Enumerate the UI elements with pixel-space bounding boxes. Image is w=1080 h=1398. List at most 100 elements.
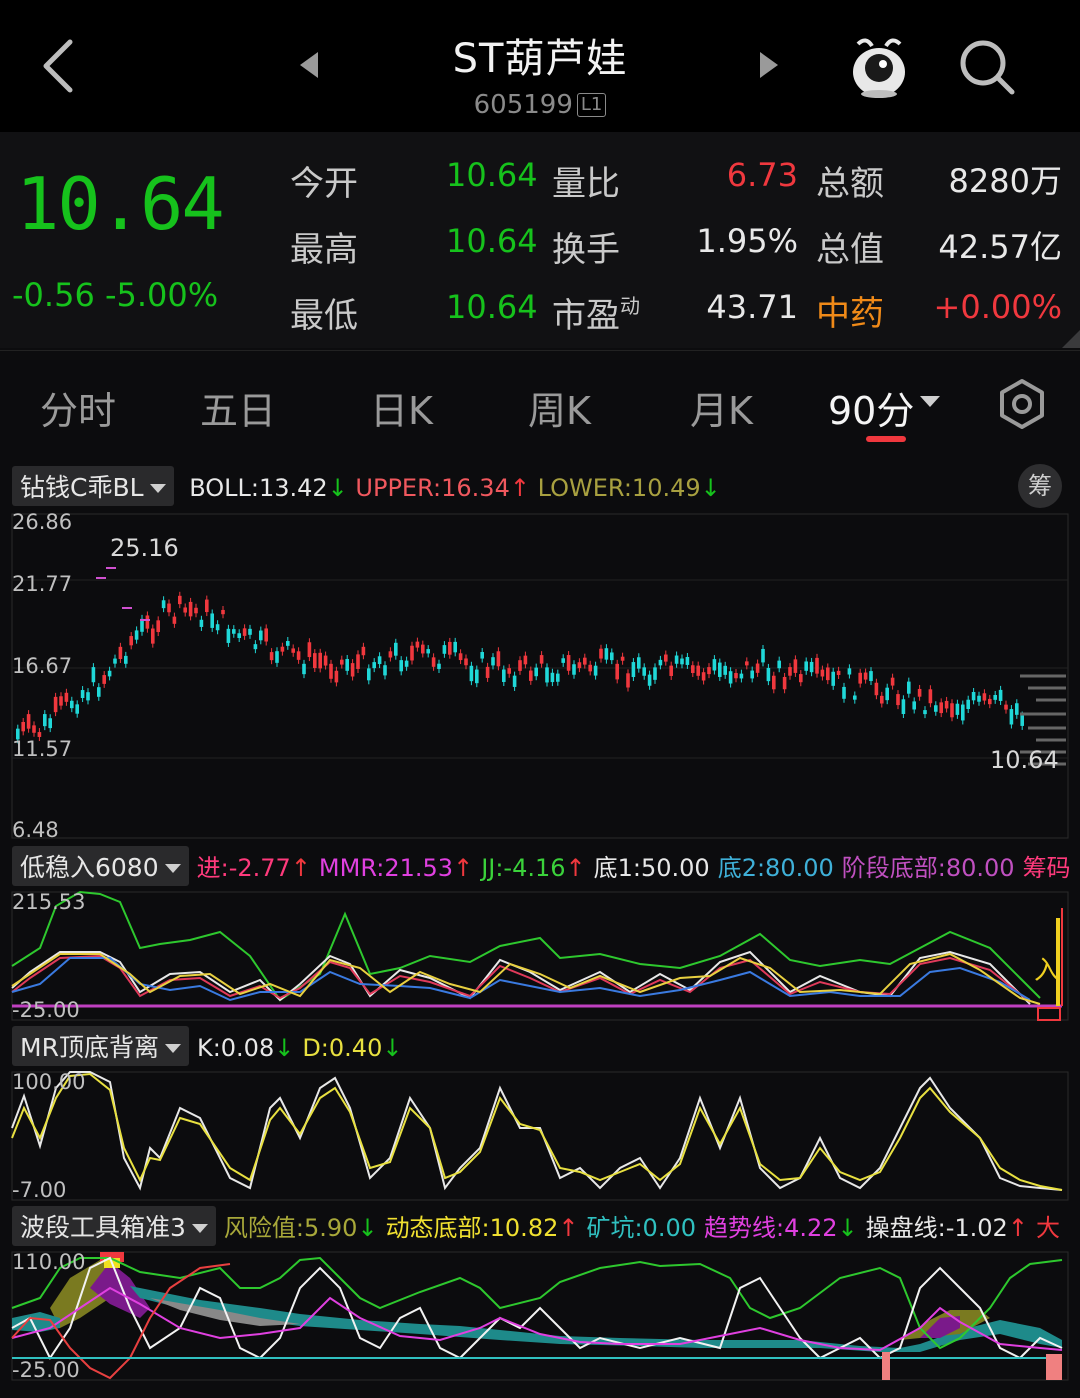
main-indicator-header: 钻钱C乖BL BOLL:13.42↓ UPPER:16.34↑ LOWER:10…	[12, 466, 721, 506]
ind3-name: 波段工具箱准3	[20, 1213, 186, 1242]
candle-body	[626, 673, 630, 688]
high-price-mark: 25.16	[110, 534, 179, 562]
candle-body	[674, 655, 679, 664]
candle-body	[210, 613, 214, 628]
last-price-mark: 10.64	[990, 746, 1059, 774]
ind1-chip: JJ:-4.16↑	[481, 854, 585, 882]
boll-chip: BOLL:13.42↓	[189, 474, 348, 502]
ind2-chart[interactable]	[0, 1068, 1080, 1202]
candle-body	[215, 624, 220, 631]
turnover-rate-value: 1.95%	[696, 222, 798, 260]
tab-five-day[interactable]: 五日	[200, 380, 276, 435]
candle-body	[340, 659, 344, 665]
candle-body	[680, 658, 684, 665]
candle-body	[599, 648, 603, 659]
ind1-chip-text: MMR:21.53	[318, 854, 454, 882]
candle-body	[485, 666, 490, 678]
candle-body	[248, 628, 252, 635]
candle-body	[361, 646, 366, 656]
pe-value: 43.71	[706, 288, 798, 326]
candle-body	[334, 670, 339, 683]
ind3-chart[interactable]	[0, 1248, 1080, 1382]
ind1-chip-text: 阶段底部:80.00	[841, 854, 1015, 882]
candle-body	[831, 671, 835, 686]
candle-body	[820, 669, 825, 677]
candle-body	[512, 675, 517, 687]
candle-body	[804, 661, 808, 671]
candle-body	[993, 695, 997, 700]
ind1-name: 低稳入6080	[20, 853, 159, 882]
candle-body	[912, 701, 916, 710]
candle-body	[583, 657, 587, 665]
ind1-selector[interactable]: 低稳入6080	[12, 846, 189, 886]
candle-body	[415, 641, 420, 648]
ind1-chip-text: 进:-2.77	[196, 854, 291, 882]
tab-intraday[interactable]: 分时	[40, 380, 116, 435]
turnover-amount-value: 8280万	[948, 162, 1062, 200]
candle-body	[286, 641, 290, 646]
candle-body	[950, 703, 954, 718]
candle-body	[448, 641, 452, 655]
active-tab-underline	[866, 436, 906, 442]
ind1-chart[interactable]	[0, 888, 1080, 1022]
level-tag: L1	[576, 93, 607, 117]
next-stock-icon[interactable]	[756, 50, 782, 80]
volume-ratio-value: 6.73	[726, 156, 798, 194]
ind1-header: 低稳入6080 进:-2.77↑ MMR:21.53↑ JJ:-4.16↑ 底1:50.…	[12, 846, 1080, 886]
up-arrow-icon: ↑	[558, 1214, 579, 1242]
low-label: 最低	[290, 296, 358, 336]
candle-body	[809, 661, 814, 673]
candle-body	[205, 599, 209, 613]
candle-body	[404, 660, 409, 667]
candle-body	[615, 663, 619, 680]
chip-distribution-button[interactable]: 筹	[1018, 464, 1062, 508]
caret-down-icon	[164, 864, 181, 873]
ind3-selector[interactable]: 波段工具箱准3	[12, 1206, 216, 1246]
candle-body	[561, 658, 565, 663]
main-indicator-selector[interactable]: 钻钱C乖BL	[12, 466, 174, 506]
ind1-y-top: 215.53	[12, 890, 86, 914]
pe-label-sup: 动	[620, 294, 640, 318]
candle-body	[367, 668, 371, 681]
down-arrow-icon: ↓	[382, 1034, 403, 1062]
change-value: -0.56	[12, 276, 95, 314]
candle-body	[518, 660, 522, 671]
low-value: 10.64	[446, 288, 538, 326]
candle-body	[237, 633, 241, 639]
candle-body	[529, 670, 533, 681]
caret-down-icon	[164, 1044, 181, 1053]
search-icon[interactable]	[956, 36, 1020, 100]
tab-weekly-k[interactable]: 周K	[528, 380, 591, 435]
candle-body	[329, 663, 333, 679]
up-arrow-icon: ↑	[509, 474, 530, 502]
tab-daily-k[interactable]: 日K	[370, 380, 433, 435]
volume-ratio-label: 量比	[552, 164, 620, 204]
tab-monthly-k[interactable]: 月K	[690, 380, 753, 435]
candle-body	[669, 665, 673, 676]
mascot-icon[interactable]	[846, 32, 912, 100]
candle-body	[620, 656, 625, 661]
ind1-chip: 阶段底部:80.00	[842, 848, 1015, 883]
sector-label[interactable]: 中药	[816, 286, 884, 335]
candle-body	[847, 668, 852, 675]
candle-body	[712, 659, 717, 671]
tab-90-minute[interactable]: 90分	[828, 380, 914, 435]
boll-label: BOLL:	[189, 474, 259, 502]
up-arrow-icon: ↑	[1007, 1214, 1028, 1242]
ind2-selector[interactable]: MR顶底背离	[12, 1026, 189, 1066]
candle-body	[426, 649, 430, 654]
candle-body	[971, 691, 976, 701]
candle-body	[788, 667, 792, 676]
ind3-chip-text: 趋势线:4.22	[704, 1214, 838, 1242]
chevron-down-icon[interactable]	[918, 394, 942, 410]
candle-body	[377, 656, 382, 665]
candle-body	[691, 665, 695, 674]
candle-body	[885, 687, 889, 701]
candle-body	[826, 667, 830, 681]
candle-body	[313, 653, 317, 669]
candle-body	[928, 689, 933, 704]
lower-value: 10.49	[631, 474, 701, 502]
candle-body	[566, 655, 571, 671]
ind3-tail: 大	[1035, 1214, 1060, 1242]
settings-hexagon-icon[interactable]	[996, 378, 1048, 430]
